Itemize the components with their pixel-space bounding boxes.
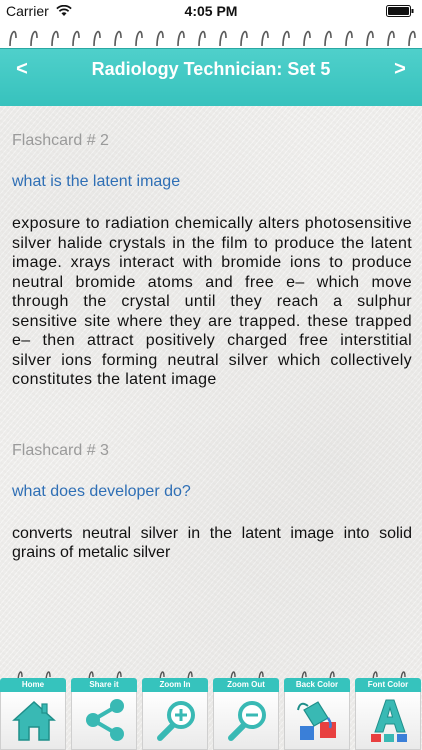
- flashcard-number: Flashcard # 2: [12, 132, 109, 149]
- spiral-ring: [366, 30, 374, 47]
- spiral-ring: [198, 30, 206, 47]
- spiral-ring: [261, 30, 269, 47]
- home-button-face: [0, 692, 66, 750]
- spiral-ring: [219, 30, 227, 47]
- flashcard-answer: converts neutral silver in the latent im…: [12, 524, 412, 562]
- bottom-toolbar: Home Share it Zoom In Zoom Out Back Colo…: [0, 664, 422, 750]
- back-color-button[interactable]: Back Color: [284, 668, 350, 750]
- spiral-ring: [156, 30, 164, 47]
- next-button[interactable]: >: [380, 53, 420, 85]
- spiral-binding: [9, 30, 416, 47]
- font-color-button[interactable]: Font Color: [355, 668, 421, 750]
- flashcard-content[interactable]: Flashcard # 2 what is the latent image e…: [12, 106, 412, 666]
- prev-button[interactable]: <: [2, 53, 42, 85]
- flashcard: Flashcard # 3 what does developer do? co…: [12, 442, 412, 563]
- spiral-ring: [408, 30, 416, 47]
- back-color-label: Back Color: [284, 678, 350, 692]
- spiral-ring: [51, 30, 59, 47]
- zoom-in-button-face: [142, 692, 208, 750]
- zoom-in-icon: [157, 701, 195, 741]
- spiral-ring: [240, 30, 248, 47]
- home-label: Home: [0, 678, 66, 692]
- header: < Radiology Technician: Set 5 >: [0, 22, 422, 106]
- spiral-ring: [345, 30, 353, 47]
- spiral-ring: [9, 30, 17, 47]
- flashcard-number: Flashcard # 3: [12, 441, 109, 459]
- share-button-face: [71, 692, 137, 750]
- spiral-ring: [324, 30, 332, 47]
- status-bar: Carrier 4:05 PM: [0, 0, 422, 22]
- share-icon: [86, 699, 124, 741]
- spiral-ring: [303, 30, 311, 47]
- font-color-button-face: [355, 692, 421, 750]
- header-bar: < Radiology Technician: Set 5 >: [0, 48, 422, 106]
- zoom-in-button[interactable]: Zoom In: [142, 668, 208, 750]
- status-time: 4:05 PM: [184, 3, 238, 19]
- zoom-in-label: Zoom In: [142, 678, 208, 692]
- spiral-ring: [387, 30, 395, 47]
- zoom-out-icon: [228, 701, 266, 741]
- page-title: Radiology Technician: Set 5: [91, 59, 331, 79]
- spiral-ring: [114, 30, 122, 47]
- flashcard: Flashcard # 2 what is the latent image e…: [12, 132, 412, 390]
- spiral-ring: [135, 30, 143, 47]
- share-button[interactable]: Share it: [71, 668, 137, 750]
- home-button[interactable]: Home: [0, 668, 66, 750]
- spiral-ring: [30, 30, 38, 47]
- zoom-out-button-face: [213, 692, 279, 750]
- back-color-button-face: [284, 692, 350, 750]
- zoom-out-button[interactable]: Zoom Out: [213, 668, 279, 750]
- flashcard-question: what does developer do?: [12, 482, 191, 500]
- zoom-out-label: Zoom Out: [213, 678, 279, 692]
- paint-bucket-icon: [297, 701, 336, 740]
- spiral-ring: [93, 30, 101, 47]
- flashcard-question: what is the latent image: [12, 173, 181, 190]
- spiral-ring: [177, 30, 185, 47]
- spiral-ring: [282, 30, 290, 47]
- share-label: Share it: [71, 678, 137, 692]
- spiral-ring: [72, 30, 80, 47]
- font-color-icon: [371, 699, 407, 742]
- font-color-label: Font Color: [355, 678, 421, 692]
- battery-icon: [386, 5, 414, 17]
- home-icon: [12, 700, 56, 741]
- flashcard-answer: exposure to radiation chemically alters …: [12, 215, 412, 388]
